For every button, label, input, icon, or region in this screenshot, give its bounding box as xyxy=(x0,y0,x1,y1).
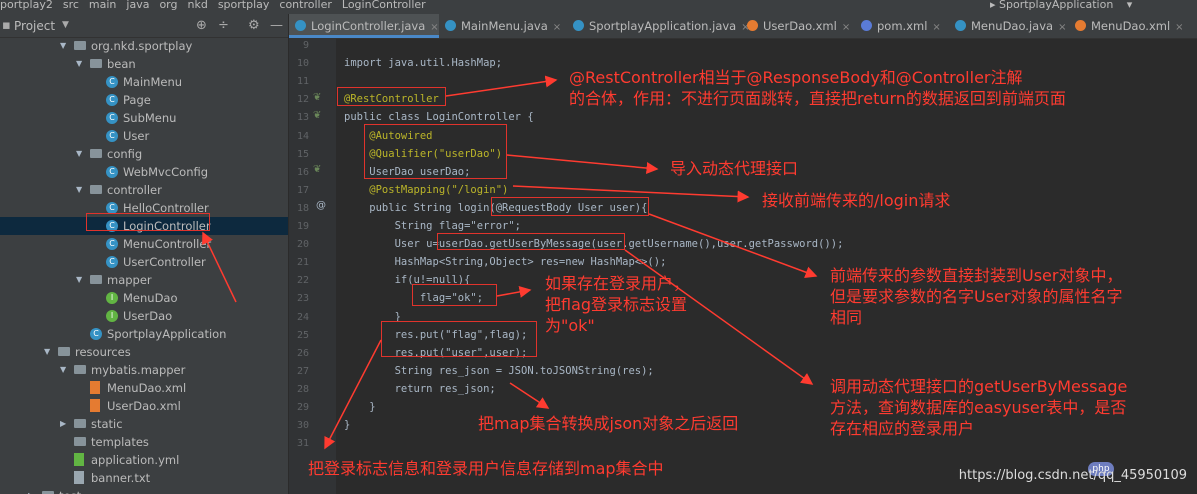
note-import-proxy: 导入动态代理接口 xyxy=(670,158,798,179)
watermark: https://blog.csdn.net/qq_45950109 xyxy=(958,468,1187,483)
note-line: 把map集合转换成json对象之后返回 xyxy=(478,414,739,433)
note-flag-ok: 如果存在登录用户， 把flag登录标志设置 为"ok" xyxy=(545,273,689,336)
note-line: 导入动态代理接口 xyxy=(670,159,799,178)
note-json-return: 把map集合转换成json对象之后返回 xyxy=(478,413,738,434)
note-line: 方法，查询数据库的easyuser表中，是否 xyxy=(830,398,1127,417)
note-line: 把登录标志信息和登录用户信息存储到map集合中 xyxy=(308,459,664,478)
note-line: 存在相应的登录用户 xyxy=(830,419,975,438)
note-line: 把flag登录标志设置 xyxy=(545,295,688,314)
note-line: 如果存在登录用户， xyxy=(545,274,690,293)
note-line: 的合体，作用：不进行页面跳转，直接把return的数据返回到前端页面 xyxy=(569,89,1066,108)
note-map-store: 把登录标志信息和登录用户信息存储到map集合中 xyxy=(308,458,664,479)
note-line: 前端传来的参数直接封装到User对象中， xyxy=(830,266,1123,285)
note-line: 为"ok" xyxy=(545,316,595,335)
note-restcontroller: @RestController相当于@ResponseBody和@Control… xyxy=(569,67,1066,109)
note-requestbody: 前端传来的参数直接封装到User对象中， 但是要求参数的名字User对象的属性名字… xyxy=(830,265,1122,328)
note-getuserbymessage: 调用动态代理接口的getUserByMessage 方法，查询数据库的easyus… xyxy=(830,376,1127,439)
note-line: 但是要求参数的名字User对象的属性名字 xyxy=(830,287,1123,306)
note-login-request: 接收前端传来的/login请求 xyxy=(762,190,950,211)
note-line: 调用动态代理接口的getUserByMessage xyxy=(830,377,1128,396)
note-line: 相同 xyxy=(830,308,863,327)
note-line: @RestController相当于@ResponseBody和@Control… xyxy=(569,68,1023,87)
note-line: 接收前端传来的/login请求 xyxy=(762,191,951,210)
